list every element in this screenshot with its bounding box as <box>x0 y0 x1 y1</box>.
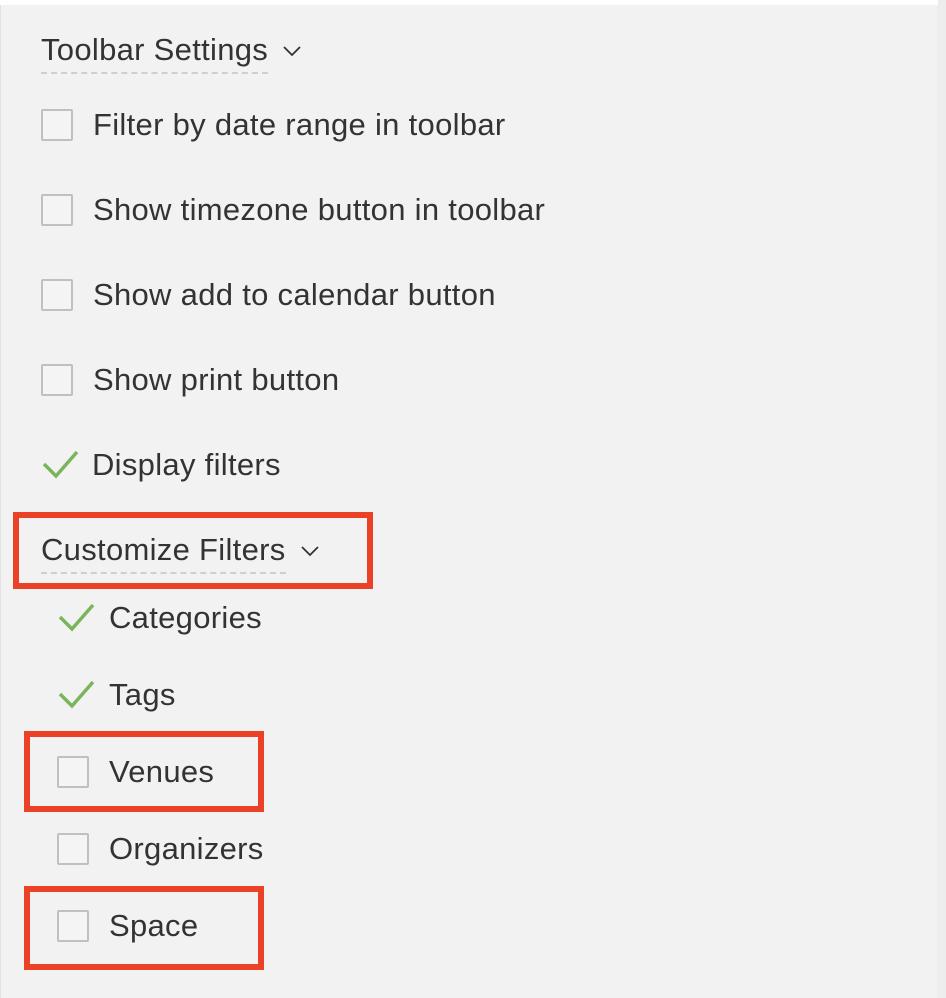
customize-filters-title: Customize Filters <box>41 530 286 574</box>
checkbox-empty[interactable] <box>41 194 73 226</box>
filter-option-categories[interactable]: Categories <box>57 598 262 638</box>
filter-option-space[interactable]: Space <box>57 906 198 946</box>
checkbox-empty[interactable] <box>41 279 73 311</box>
option-label: Venues <box>109 754 215 789</box>
option-label: Organizers <box>109 831 264 866</box>
filter-option-organizers[interactable]: Organizers <box>57 829 264 869</box>
checkbox-empty[interactable] <box>57 833 89 865</box>
customize-filters-toggle[interactable]: Customize Filters <box>41 530 320 574</box>
checkbox-empty[interactable] <box>41 364 73 396</box>
checkbox-empty[interactable] <box>57 756 89 788</box>
toolbar-settings-toggle[interactable]: Toolbar Settings <box>41 30 302 74</box>
chevron-down-icon <box>283 46 301 57</box>
option-label: Tags <box>109 677 176 712</box>
option-display-filters[interactable]: Display filters <box>41 445 281 485</box>
option-label: Space <box>109 908 199 943</box>
option-show-timezone[interactable]: Show timezone button in toolbar <box>41 190 545 230</box>
toolbar-settings-title: Toolbar Settings <box>41 30 269 74</box>
option-label: Show print button <box>93 362 340 397</box>
option-add-to-calendar[interactable]: Show add to calendar button <box>41 275 496 315</box>
checkmark-icon[interactable] <box>57 679 95 711</box>
checkmark-icon[interactable] <box>57 602 95 634</box>
checkbox-empty[interactable] <box>41 109 73 141</box>
checkmark-icon[interactable] <box>41 449 79 481</box>
option-filter-date-range[interactable]: Filter by date range in toolbar <box>41 105 506 145</box>
filter-option-venues[interactable]: Venues <box>57 752 214 792</box>
option-label: Display filters <box>92 447 281 482</box>
filter-option-tags[interactable]: Tags <box>57 675 176 715</box>
checkbox-empty[interactable] <box>57 910 89 942</box>
option-label: Filter by date range in toolbar <box>93 107 506 142</box>
option-label: Show add to calendar button <box>93 277 496 312</box>
option-label: Show timezone button in toolbar <box>93 192 546 227</box>
chevron-down-icon <box>300 546 319 557</box>
option-label: Categories <box>109 600 262 635</box>
option-show-print[interactable]: Show print button <box>41 360 339 400</box>
